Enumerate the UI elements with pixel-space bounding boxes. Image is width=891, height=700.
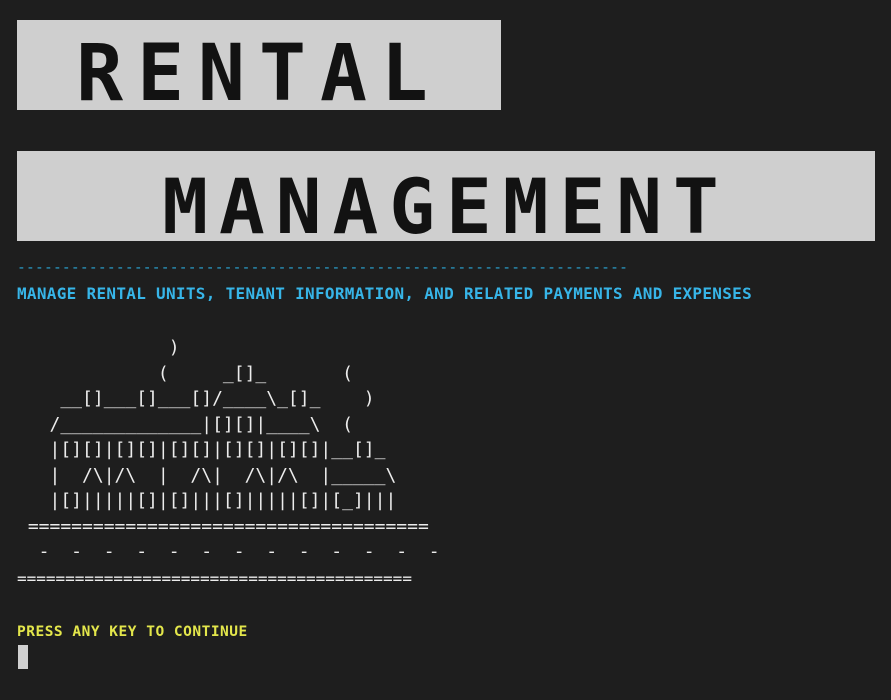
divider-line: ----------------------------------------…	[17, 259, 629, 276]
terminal-cursor[interactable]	[18, 645, 28, 669]
subtitle-text: MANAGE RENTAL UNITS, TENANT INFORMATION,…	[17, 284, 753, 303]
banner-rental: RENTAL	[17, 20, 501, 110]
bottom-rule: ========================================…	[17, 569, 412, 588]
house-ascii-art: ) ( _[]_ ( __[]___[]___[]/____\_[]_ ) /_…	[27, 337, 440, 562]
banner-rental-text: RENTAL	[76, 29, 442, 110]
banner-management-text: MANAGEMENT	[162, 162, 730, 241]
press-any-key-prompt: PRESS ANY KEY TO CONTINUE	[17, 624, 248, 640]
banner-management: MANAGEMENT	[17, 151, 875, 241]
